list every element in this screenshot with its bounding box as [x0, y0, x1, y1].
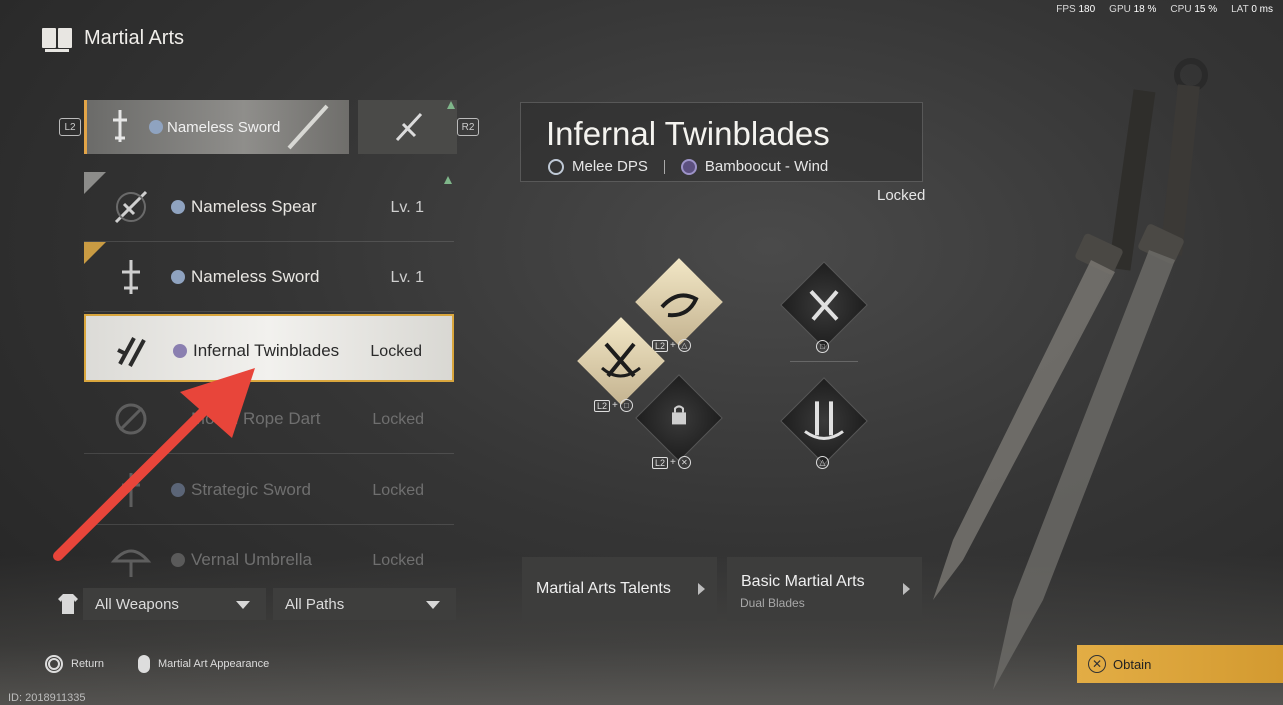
locked-skill-icon: [672, 405, 686, 425]
wind-icon: [680, 158, 697, 175]
equipped-name: Nameless Sword: [167, 119, 281, 136]
path-icon: [171, 483, 185, 497]
upgrade-indicator-icon: [447, 101, 455, 109]
slash-skill-icon: [660, 293, 699, 318]
sword-icon: [113, 110, 127, 142]
chevron-right-icon: [698, 583, 705, 595]
weapon-status: Locked: [372, 411, 424, 428]
combo-hint-square: L2 + □: [594, 399, 633, 412]
x-slash-skill-icon: [809, 290, 839, 321]
martial-arts-talents-button[interactable]: Martial Arts Talents: [522, 557, 717, 621]
detail-title: Infernal Twinblades: [546, 115, 830, 152]
weapon-status: Locked: [370, 343, 422, 360]
sword-icon: [122, 260, 140, 294]
page-title: Martial Arts: [84, 27, 185, 49]
weapon-name: Vernal Umbrella: [191, 550, 312, 569]
user-id: ID: 2018911335: [8, 692, 86, 704]
weapons-filter-dropdown[interactable]: All Weapons: [83, 588, 266, 620]
combo-hint-square-only: □: [816, 340, 829, 353]
page-header: Martial Arts: [42, 27, 185, 52]
weapon-row-nameless-sword[interactable]: Nameless Sword Lv. 1: [84, 242, 454, 312]
weapons-filter-value: All Weapons: [95, 596, 179, 613]
equipped-check-icon: [84, 242, 106, 264]
basic-martial-arts-button[interactable]: Basic Martial Arts Dual Blades: [727, 557, 922, 621]
obtain-button[interactable]: ✕ Obtain: [1077, 645, 1283, 683]
path-label: Bamboocut - Wind: [704, 158, 829, 175]
owned-check-icon: [84, 172, 106, 194]
weapon-row-nameless-spear[interactable]: Nameless Spear Lv. 1: [84, 172, 454, 242]
circle-button-icon: [45, 655, 63, 673]
weapon-name: Infernal Twinblades: [193, 341, 340, 360]
weapon-name: Strategic Sword: [191, 480, 311, 499]
touchpad-button-icon: [138, 655, 150, 673]
twinblades-artwork: [933, 58, 1208, 690]
weapon-row-infernal-twinblades[interactable]: Infernal Twinblades Locked: [84, 314, 454, 382]
paths-filter-value: All Paths: [285, 596, 345, 613]
umbrella-icon: [110, 549, 152, 577]
combo-hint-triangle: L2 + △: [652, 339, 691, 352]
return-label: Return: [71, 658, 105, 670]
detail-tags: Melee DPS Bamboocut - Wind: [548, 158, 828, 175]
rope-dart-icon: [115, 403, 147, 435]
chevron-down-icon: [426, 601, 440, 609]
weapon-level: Lv. 1: [390, 199, 425, 216]
cross-slash-skill-icon: [601, 342, 641, 378]
weapon-detail-panel: Infernal Twinblades Melee DPS Bamboocut …: [520, 102, 923, 182]
sword-icon: [122, 473, 140, 507]
r2-shoulder-icon: R2: [457, 118, 479, 136]
chevron-down-icon: [236, 601, 250, 609]
obtain-label: Obtain: [1113, 656, 1152, 672]
combo-hint-cross: L2 + ✕: [652, 456, 691, 469]
path-icon: [171, 270, 185, 284]
combo-hint-triangle-only: △: [816, 456, 829, 469]
performance-overlay: FPS 180 GPU 18 % CPU 15 % LAT 0 ms: [1056, 4, 1273, 15]
weapon-row-vernal-umbrella[interactable]: Vernal Umbrella Locked: [84, 525, 454, 595]
cross-button-icon: ✕: [1088, 655, 1106, 673]
divider: [663, 159, 665, 174]
weapon-row-strategic-sword[interactable]: Strategic Sword Locked: [84, 455, 454, 525]
appearance-hint[interactable]: Martial Art Appearance: [138, 655, 269, 673]
return-hint[interactable]: Return: [45, 655, 104, 673]
talents-label: Martial Arts Talents: [536, 580, 671, 597]
skill-square[interactable]: [780, 261, 868, 349]
weapon-name: Nameless Spear: [191, 197, 317, 216]
role-label: Melee DPS: [572, 158, 648, 175]
weapon-status: Locked: [372, 482, 424, 499]
l2-shoulder-icon: L2: [59, 118, 81, 136]
spear-art-icon: [395, 112, 423, 142]
lock-status: Locked: [877, 187, 926, 204]
wind-icon: [173, 344, 187, 358]
twin-swords-skill-icon: [804, 401, 844, 440]
appearance-label: Martial Art Appearance: [158, 658, 270, 670]
book-icon: [42, 27, 72, 52]
weapon-name: Mortal Rope Dart: [191, 409, 321, 428]
sword-art-icon: [287, 104, 329, 150]
melee-dps-icon: [548, 158, 564, 175]
skill-triangle[interactable]: [780, 377, 868, 465]
weapon-level: Lv. 1: [390, 269, 425, 286]
path-icon: [171, 200, 185, 214]
upgrade-indicator-icon: [444, 176, 452, 184]
weapon-status: Locked: [372, 552, 424, 569]
weapon-row-mortal-rope-dart[interactable]: Mortal Rope Dart Locked: [84, 384, 454, 454]
twinblades-icon: [117, 337, 146, 367]
path-icon: [171, 553, 185, 567]
path-icon: [149, 120, 163, 134]
chevron-right-icon: [903, 583, 910, 595]
divider: [790, 361, 858, 362]
equipped-slot-secondary[interactable]: [358, 100, 457, 154]
spear-icon: [114, 190, 148, 224]
weapon-name: Nameless Sword: [191, 267, 320, 286]
paths-filter-dropdown[interactable]: All Paths: [273, 588, 456, 620]
basic-label: Basic Martial Arts: [741, 573, 865, 590]
basic-sub-label: Dual Blades: [740, 596, 805, 610]
equipped-slot-primary[interactable]: Nameless Sword: [84, 100, 349, 154]
